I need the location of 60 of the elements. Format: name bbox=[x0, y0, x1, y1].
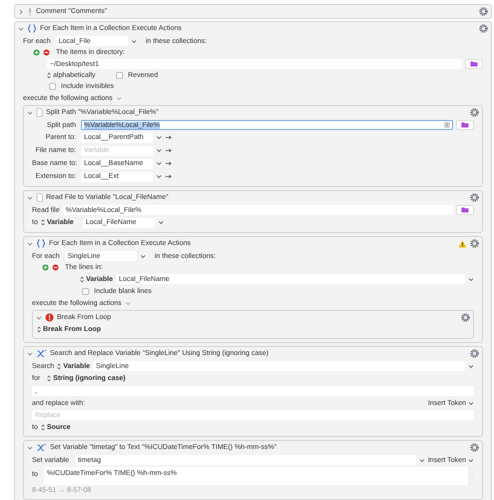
checkbox[interactable] bbox=[49, 83, 56, 90]
up-down-chevron-icon bbox=[57, 362, 62, 370]
up-down-chevron-icon bbox=[47, 375, 52, 382]
exclamation-icon bbox=[45, 313, 54, 322]
checkbox[interactable] bbox=[116, 72, 123, 79]
arrow-icon bbox=[165, 135, 172, 140]
folder-icon bbox=[461, 207, 469, 213]
dropdown-icon[interactable] bbox=[140, 254, 146, 258]
token-icon[interactable] bbox=[444, 122, 450, 128]
dropdown-icon[interactable] bbox=[156, 148, 162, 153]
folder-icon bbox=[470, 61, 478, 67]
arrow-icon bbox=[165, 148, 172, 153]
remove-icon[interactable] bbox=[52, 264, 59, 271]
disclosure-chevron-icon[interactable] bbox=[18, 8, 24, 14]
disclosure-chevron-icon[interactable] bbox=[27, 240, 33, 246]
settings-icon[interactable] bbox=[470, 443, 479, 452]
dropdown-icon[interactable] bbox=[418, 458, 425, 462]
disclosure-chevron-icon[interactable] bbox=[27, 110, 33, 116]
settings-icon[interactable] bbox=[470, 349, 479, 358]
braces-icon bbox=[36, 239, 46, 248]
settings-icon[interactable] bbox=[470, 108, 479, 117]
dropdown-icon[interactable] bbox=[158, 220, 164, 225]
settings-icon[interactable] bbox=[461, 313, 470, 322]
dropdown-icon[interactable] bbox=[468, 458, 474, 462]
dropdown-icon[interactable] bbox=[156, 135, 162, 140]
settings-icon[interactable] bbox=[470, 239, 479, 248]
arrow-icon bbox=[165, 174, 172, 179]
document-icon bbox=[36, 193, 43, 202]
settings-icon[interactable] bbox=[470, 193, 479, 202]
folder-button[interactable] bbox=[465, 59, 483, 69]
document-icon bbox=[36, 108, 43, 117]
up-down-chevron-icon bbox=[37, 326, 41, 333]
up-down-chevron-icon bbox=[47, 72, 51, 79]
disclosure-chevron-icon[interactable] bbox=[27, 350, 33, 356]
up-down-chevron-icon bbox=[40, 424, 45, 430]
up-down-chevron-icon bbox=[80, 276, 84, 282]
dropdown-icon[interactable] bbox=[130, 38, 137, 44]
up-down-chevron-icon bbox=[40, 219, 45, 226]
checkbox[interactable] bbox=[82, 288, 89, 294]
braces-icon bbox=[27, 24, 37, 33]
disclosure-chevron-icon[interactable] bbox=[36, 314, 42, 320]
folder-icon bbox=[461, 122, 469, 128]
add-icon[interactable] bbox=[42, 264, 49, 271]
add-icon[interactable] bbox=[33, 49, 40, 56]
folder-button[interactable] bbox=[456, 205, 474, 215]
arrow-icon bbox=[165, 161, 172, 166]
dropdown-icon[interactable] bbox=[468, 400, 474, 406]
folder-button[interactable] bbox=[456, 120, 474, 130]
disclosure-chevron-icon[interactable] bbox=[27, 444, 33, 450]
dropdown-icon[interactable] bbox=[468, 276, 474, 282]
remove-icon[interactable] bbox=[43, 49, 50, 56]
dropdown-icon[interactable] bbox=[156, 174, 162, 179]
dropdown-icon[interactable] bbox=[468, 364, 474, 368]
disclosure-chevron-icon[interactable] bbox=[27, 194, 33, 200]
variable-icon bbox=[36, 443, 47, 452]
dropdown-icon[interactable] bbox=[156, 161, 162, 166]
variable-icon bbox=[36, 349, 47, 358]
disclosure-chevron-icon[interactable] bbox=[18, 26, 24, 32]
warning-icon bbox=[458, 240, 467, 248]
comment-icon bbox=[27, 7, 33, 16]
